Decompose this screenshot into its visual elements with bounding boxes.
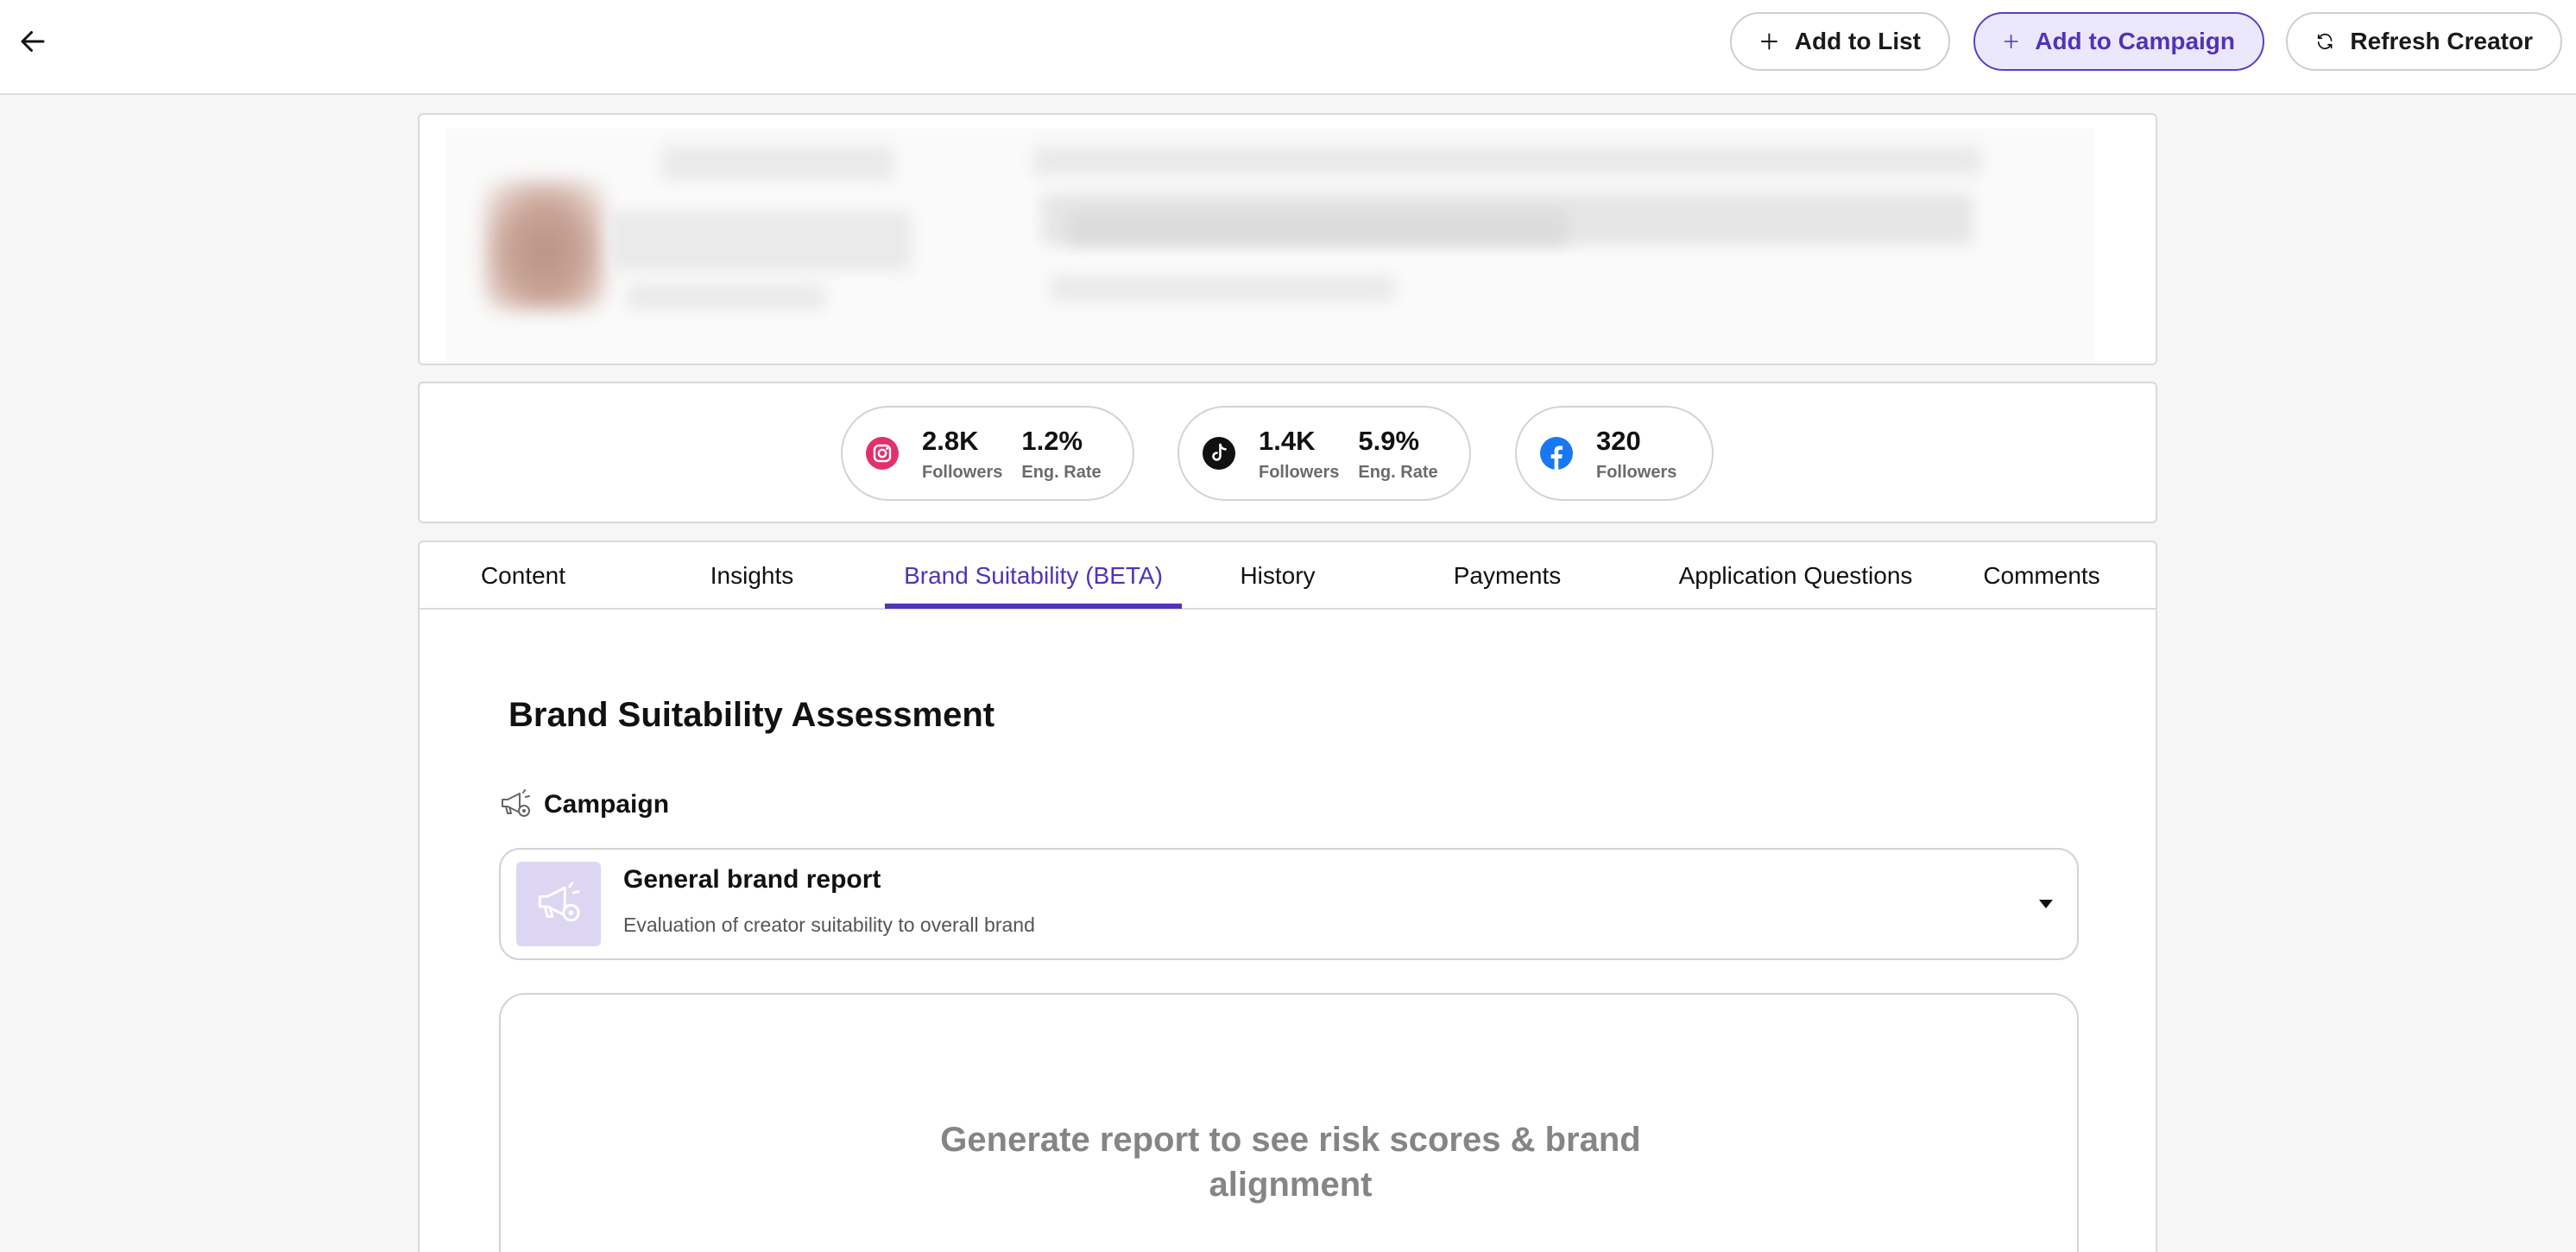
megaphone-gear-icon xyxy=(538,882,580,922)
followers-metric: 1.4K Followers xyxy=(1259,425,1339,483)
eng-rate-metric: 1.2% Eng. Rate xyxy=(1021,425,1101,483)
facebook-icon xyxy=(1539,436,1574,471)
avatar xyxy=(484,180,605,310)
social-stats-card: 2.8K Followers 1.2% Eng. Rate 1.4K Follo… xyxy=(418,382,2157,523)
followers-metric: 2.8K Followers xyxy=(922,425,1002,483)
megaphone-gear-icon xyxy=(502,789,530,817)
add-to-campaign-button[interactable]: Add to Campaign xyxy=(1973,12,2264,71)
followers-metric: 320 Followers xyxy=(1596,425,1676,483)
tab-bar: Content Insights Brand Suitability (BETA… xyxy=(420,542,2156,610)
eng-rate-label: Eng. Rate xyxy=(1358,462,1438,482)
add-to-campaign-label: Add to Campaign xyxy=(2035,28,2235,54)
add-to-list-label: Add to List xyxy=(1794,28,1921,54)
eng-rate-metric: 5.9% Eng. Rate xyxy=(1358,425,1437,483)
empty-state-message: Generate report to see risk scores & bra… xyxy=(940,1121,1641,1204)
plus-icon xyxy=(2004,34,2018,49)
instagram-icon xyxy=(865,436,900,471)
blurred-profile-content xyxy=(445,129,2094,362)
campaign-select[interactable]: General brand report Evaluation of creat… xyxy=(499,848,2079,960)
page-title: Brand Suitability Assessment xyxy=(508,696,995,734)
tab-content[interactable]: Content xyxy=(473,542,573,610)
tiktok-stats[interactable]: 1.4K Followers 5.9% Eng. Rate xyxy=(1178,406,1471,501)
instagram-stats[interactable]: 2.8K Followers 1.2% Eng. Rate xyxy=(841,406,1134,501)
main-panel: Content Insights Brand Suitability (BETA… xyxy=(418,541,2157,1252)
campaign-select-subtitle: Evaluation of creator suitability to ove… xyxy=(623,914,1035,936)
active-tab-indicator xyxy=(885,604,1182,609)
back-button[interactable] xyxy=(12,21,54,62)
refresh-creator-label: Refresh Creator xyxy=(2350,28,2533,54)
campaign-label: Campaign xyxy=(544,790,670,819)
eng-rate-value: 1.2% xyxy=(1021,425,1083,456)
followers-label: Followers xyxy=(922,462,1003,482)
eng-rate-label: Eng. Rate xyxy=(1021,462,1102,482)
top-bar: Add to List Add to Campaign Refresh Crea… xyxy=(0,0,2576,95)
followers-value: 2.8K xyxy=(922,425,979,456)
tab-application-questions[interactable]: Application Questions xyxy=(1668,542,1923,610)
tab-brand-suitability[interactable]: Brand Suitability (BETA) xyxy=(885,542,1182,610)
followers-value: 1.4K xyxy=(1259,425,1316,456)
report-empty-state: Generate report to see risk scores & bra… xyxy=(499,993,2079,1252)
followers-label: Followers xyxy=(1259,462,1340,482)
plus-icon xyxy=(1760,33,1777,50)
chevron-down-icon xyxy=(2039,900,2053,908)
followers-value: 320 xyxy=(1596,425,1641,456)
tab-history[interactable]: History xyxy=(1222,542,1333,610)
campaign-label-row: Campaign xyxy=(499,789,669,820)
campaign-select-title: General brand report xyxy=(623,865,881,894)
creator-profile-card xyxy=(418,113,2157,365)
refresh-icon xyxy=(2317,33,2333,50)
tab-insights[interactable]: Insights xyxy=(700,542,804,610)
arrow-left-icon xyxy=(21,31,45,52)
add-to-list-button[interactable]: Add to List xyxy=(1730,12,1950,71)
refresh-creator-button[interactable]: Refresh Creator xyxy=(2286,12,2562,71)
facebook-stats[interactable]: 320 Followers xyxy=(1515,406,1714,501)
eng-rate-value: 5.9% xyxy=(1358,425,1420,456)
tiktok-icon xyxy=(1202,436,1236,471)
followers-label: Followers xyxy=(1596,462,1677,482)
tab-payments[interactable]: Payments xyxy=(1438,542,1576,610)
campaign-thumbnail xyxy=(516,862,601,946)
tab-comments[interactable]: Comments xyxy=(1977,542,2106,610)
